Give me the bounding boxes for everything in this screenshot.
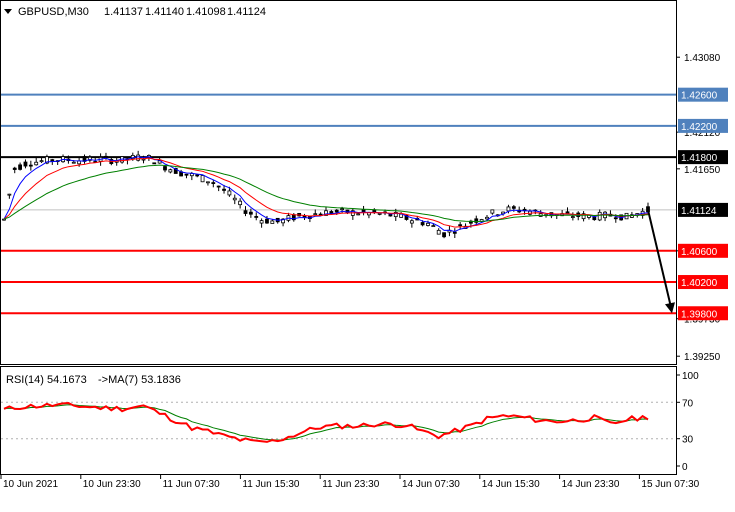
trading-chart: 1.430801.421201.416501.406001.397301.392… — [0, 0, 728, 490]
candle-body — [340, 208, 345, 211]
time-tick-label: 11 Jun 23:30 — [322, 479, 380, 490]
candle-body — [431, 225, 436, 228]
time-axis: 10 Jun 2021 10 Jun 23:30 11 Jun 07:30 11 Ju… — [0, 474, 700, 490]
candle-body — [613, 217, 618, 220]
time-tick-label: 11 Jun 07:30 — [163, 479, 221, 490]
candle-body — [216, 185, 221, 188]
candle-body — [420, 222, 425, 226]
level-tag: 1.40600 — [681, 247, 718, 258]
candle-body — [592, 216, 597, 221]
price-tick-label: 1.41650 — [684, 165, 721, 176]
candle-body — [211, 182, 216, 184]
candle-body — [436, 229, 441, 235]
candle-body — [452, 231, 457, 234]
candle-body — [206, 181, 210, 184]
candle-body — [485, 216, 489, 220]
rsi-label: RSI(14) 54.1673 — [6, 374, 87, 386]
chart-header: GBPUSD,M30 1.41137 1.41140 1.41098 1.411… — [4, 6, 266, 18]
candle-body — [361, 209, 366, 213]
level-tag: 1.42200 — [681, 122, 718, 133]
candle-body — [39, 160, 44, 163]
rsi-axis: 100 70 30 0 — [676, 371, 699, 473]
candle-body — [565, 211, 570, 214]
candle-body — [377, 212, 382, 215]
ohlc-low: 1.41098 — [186, 6, 226, 18]
candle-body — [254, 216, 259, 218]
candle-body — [259, 220, 264, 224]
candle-body — [184, 173, 189, 176]
candle-body — [163, 166, 167, 171]
candle-body — [243, 210, 248, 214]
candle-body — [152, 162, 157, 165]
candle-body — [334, 209, 339, 213]
candle-body — [23, 161, 28, 167]
symbol-label: GBPUSD,M30 — [18, 6, 89, 18]
candle-body — [104, 155, 108, 158]
ohlc-open: 1.41137 — [104, 6, 143, 18]
price-tick-label: 1.39250 — [684, 352, 721, 363]
level-tag: 1.40200 — [681, 278, 718, 289]
candle-body — [597, 211, 602, 221]
rsi-tick-label: 100 — [682, 371, 699, 382]
time-tick-label: 15 Jun 07:30 — [641, 479, 699, 490]
price-tick-label: 1.43080 — [684, 53, 721, 64]
time-tick-label: 14 Jun 23:30 — [562, 479, 620, 490]
candle-body — [442, 232, 446, 238]
candle-body — [270, 220, 275, 224]
candle-body — [232, 197, 237, 201]
candle-body — [28, 164, 33, 167]
candle-body — [168, 169, 173, 173]
candle-body — [506, 206, 511, 212]
candle-body — [490, 209, 495, 214]
candle-body — [511, 206, 516, 209]
time-tick-label: 11 Jun 15:30 — [242, 479, 300, 490]
rsi-tick-label: 0 — [682, 462, 688, 473]
candle-body — [34, 161, 39, 166]
candle-body — [12, 167, 17, 170]
rsi-tick-label: 70 — [682, 398, 694, 409]
candle-body — [227, 190, 232, 196]
candle-body — [248, 211, 253, 215]
candle-body — [265, 218, 269, 224]
candle-body — [409, 220, 414, 224]
candle-body — [71, 161, 76, 164]
ohlc-close: 1.41124 — [227, 6, 266, 18]
level-tag: 1.42600 — [681, 91, 718, 102]
time-tick-label: 10 Jun 2021 — [3, 479, 58, 490]
price-pane-frame — [0, 0, 677, 365]
candle-body — [356, 213, 361, 216]
rsi-ma-label: ->MA(7) 53.1836 — [98, 374, 181, 386]
price-tags: 1.42600 1.42200 1.41800 1.40600 1.40200 1.398… — [678, 87, 728, 321]
candle-body — [570, 216, 575, 218]
time-tick-label: 14 Jun 07:30 — [402, 479, 460, 490]
rsi-tick-label: 30 — [682, 435, 694, 446]
level-tag: 1.39800 — [681, 309, 718, 320]
candle-body — [18, 164, 23, 170]
candle-body — [200, 175, 205, 183]
candle-body — [2, 218, 6, 221]
candle-body — [426, 222, 430, 226]
candle-body — [7, 193, 12, 196]
candle-body — [238, 200, 243, 206]
candle-body — [195, 174, 200, 177]
candle-body — [313, 213, 318, 216]
level-tag: 1.41800 — [681, 153, 718, 164]
candle-body — [458, 224, 463, 227]
ohlc-high: 1.41140 — [145, 6, 184, 18]
time-tick-label: 14 Jun 15:30 — [482, 479, 540, 490]
candle-body — [222, 188, 226, 191]
current-price-tag: 1.41124 — [681, 206, 717, 217]
candle-body — [136, 154, 141, 161]
time-tick-label: 10 Jun 23:30 — [83, 479, 141, 490]
